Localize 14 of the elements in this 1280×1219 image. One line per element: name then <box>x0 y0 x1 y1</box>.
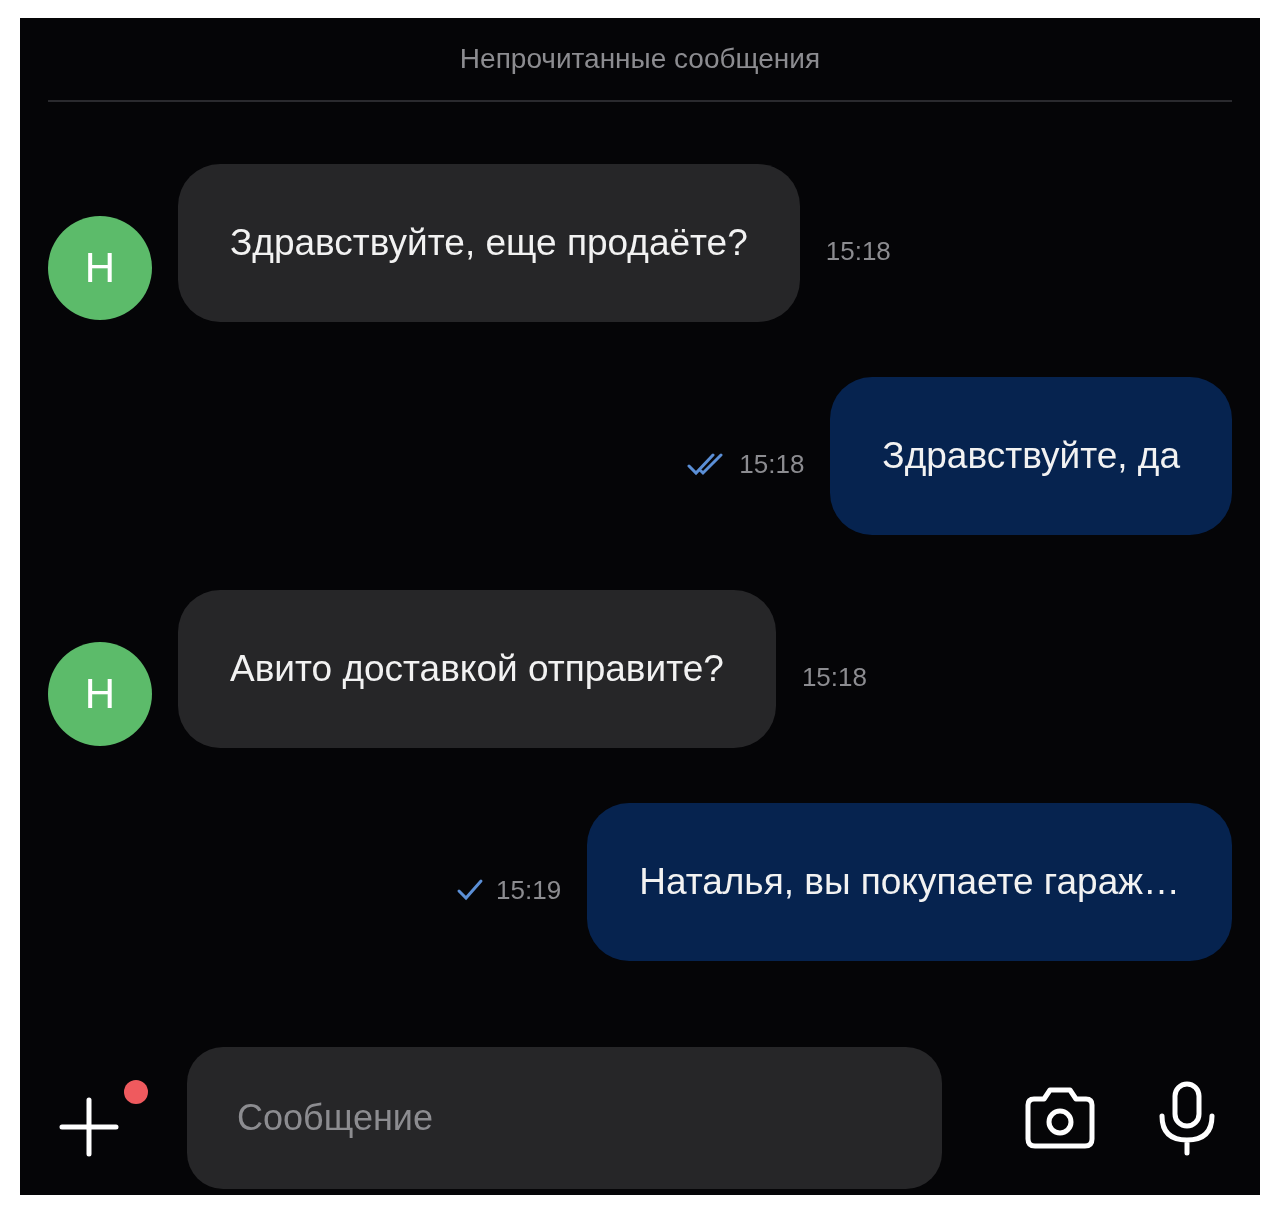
add-button[interactable] <box>58 1096 120 1158</box>
message-bubble: Авито доставкой отправите? <box>178 590 776 748</box>
avatar[interactable]: Н <box>48 642 152 746</box>
message-bubble: Наталья, вы покупаете гараж… <box>587 803 1232 961</box>
message-bubble: Здравствуйте, еще продаёте? <box>178 164 800 322</box>
message-time: 15:18 <box>825 235 891 267</box>
message-input[interactable]: Сообщение <box>187 1047 942 1189</box>
plus-icon <box>58 1096 120 1158</box>
unread-divider-label: Непрочитанные сообщения <box>459 43 821 75</box>
message-time: 15:19 <box>496 874 562 906</box>
avatar[interactable]: Н <box>48 216 152 320</box>
message-time: 15:18 <box>739 448 805 480</box>
message-bubble: Здравствуйте, да <box>830 377 1232 535</box>
message-time: 15:18 <box>801 661 867 693</box>
